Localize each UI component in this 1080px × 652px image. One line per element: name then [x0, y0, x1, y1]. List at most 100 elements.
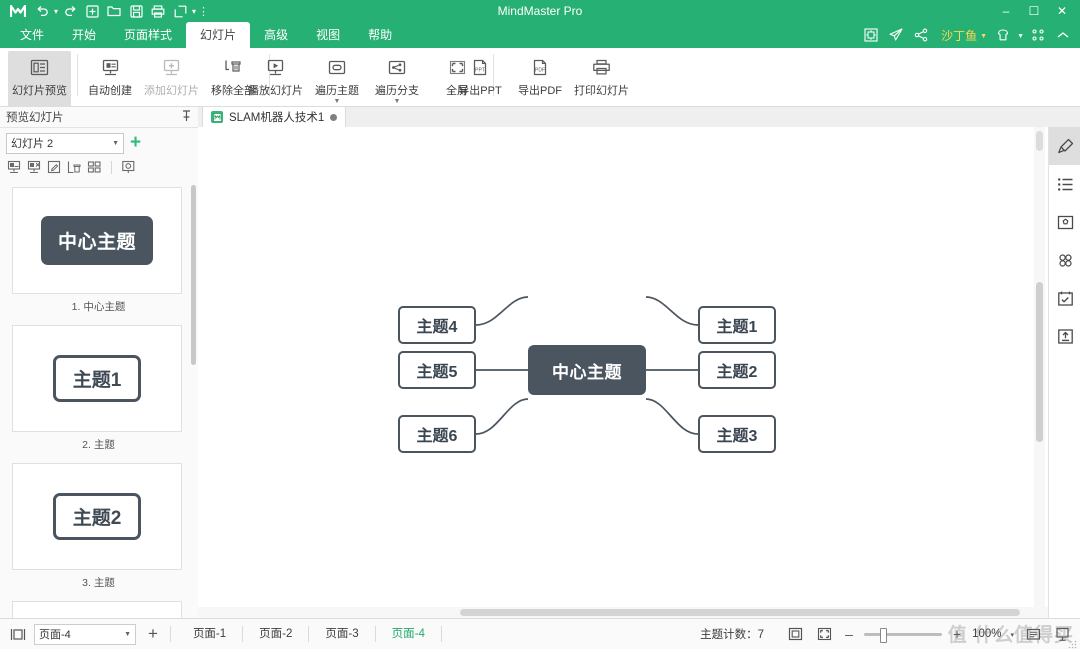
- outline-view-icon[interactable]: [1023, 624, 1043, 644]
- page-tab-1[interactable]: 页面-1: [177, 619, 242, 649]
- mindmap-node-topic4[interactable]: 主题4: [398, 306, 476, 344]
- close-button[interactable]: ✕: [1048, 0, 1076, 22]
- mindmap-canvas[interactable]: 中心主题 主题4 主题5 主题6 主题1 主题2 主题3: [198, 127, 1048, 618]
- slide-grid-icon[interactable]: [86, 159, 103, 176]
- traverse-branch-caret-icon[interactable]: ▼: [394, 98, 401, 105]
- slide-thumbnail-item[interactable]: 主题3: [0, 593, 197, 618]
- rail-import-button[interactable]: [1049, 317, 1080, 355]
- traverse-topic-button[interactable]: 遍历主题 ▼: [307, 51, 367, 107]
- print-slide-button[interactable]: 打印幻灯片: [570, 51, 633, 107]
- maximize-button[interactable]: ☐: [1020, 0, 1048, 22]
- open-file-button[interactable]: [104, 0, 124, 22]
- menu-tab-page-style[interactable]: 页面样式: [110, 22, 186, 48]
- undo-button[interactable]: [32, 0, 52, 22]
- slide-select[interactable]: 幻灯片 2 ▼: [6, 132, 124, 154]
- zoom-in-button[interactable]: +: [951, 626, 963, 642]
- document-tab[interactable]: SLAM机器人技术1: [202, 107, 347, 127]
- page-tab-4[interactable]: 页面-4: [376, 619, 441, 649]
- slide-thumbnail[interactable]: 主题3: [12, 601, 182, 618]
- menu-tab-home[interactable]: 开始: [58, 22, 110, 48]
- mindmap-node-topic1[interactable]: 主题1: [698, 306, 776, 344]
- status-left-group: 页面-4 ▼ + 页面-1 页面-2 页面-3 页面-4: [8, 619, 442, 649]
- print-button[interactable]: [148, 0, 168, 22]
- insert-slide-after-icon[interactable]: [26, 159, 43, 176]
- menu-tab-view[interactable]: 视图: [302, 22, 354, 48]
- undo-caret-icon[interactable]: ▾: [54, 7, 58, 16]
- slide-preview-button[interactable]: 幻灯片预览: [8, 51, 71, 107]
- redo-button[interactable]: [60, 0, 80, 22]
- add-slide-plus-button[interactable]: +: [130, 133, 141, 152]
- zoom-out-button[interactable]: –: [843, 626, 855, 642]
- quick-access-more-icon[interactable]: ⋮: [198, 5, 209, 18]
- thumb-node-center: 中心主题: [40, 216, 153, 265]
- resize-grip[interactable]: [1068, 638, 1077, 649]
- auto-create-button[interactable]: 自动创建: [80, 51, 140, 107]
- rail-clipart-button[interactable]: [1049, 203, 1080, 241]
- insert-slide-before-icon[interactable]: [6, 159, 23, 176]
- thumb-node-topic: 主题1: [52, 355, 142, 402]
- traverse-branch-button[interactable]: 遍历分支 ▼: [367, 51, 427, 107]
- export-caret-icon[interactable]: ▾: [192, 7, 196, 16]
- menu-tab-advanced[interactable]: 高级: [250, 22, 302, 48]
- page-select[interactable]: 页面-4 ▼: [34, 623, 136, 645]
- save-file-button[interactable]: [126, 0, 146, 22]
- pin-panel-icon[interactable]: [181, 109, 192, 125]
- zoom-slider[interactable]: [864, 627, 943, 643]
- mindmap-node-topic5[interactable]: 主题5: [398, 351, 476, 389]
- canvas-horizontal-scrollbar[interactable]: [198, 607, 1048, 618]
- user-account-menu[interactable]: 沙丁鱼 ▼: [935, 27, 989, 44]
- add-page-button[interactable]: +: [142, 625, 164, 642]
- export-pdf-button[interactable]: PDF 导出PDF: [510, 51, 570, 107]
- gift-icon[interactable]: [992, 24, 1014, 46]
- slide-thumbnail-item[interactable]: 中心主题 1. 中心主题: [0, 179, 197, 314]
- delete-slide-icon[interactable]: [66, 159, 83, 176]
- page-tab-2[interactable]: 页面-2: [243, 619, 308, 649]
- traverse-topic-caret-icon[interactable]: ▼: [334, 98, 341, 105]
- canvas-vertical-scroll-thumb-top[interactable]: [1036, 131, 1043, 151]
- mindmap-surface[interactable]: 中心主题 主题4 主题5 主题6 主题1 主题2 主题3: [198, 127, 1048, 605]
- export-ppt-button[interactable]: PPT 导出PPT: [450, 51, 510, 107]
- canvas-horizontal-scroll-thumb[interactable]: [460, 609, 1020, 616]
- rail-style-button[interactable]: [1049, 127, 1080, 165]
- send-icon[interactable]: [885, 24, 907, 46]
- gift-caret-icon[interactable]: ▼: [1017, 33, 1024, 40]
- new-file-button[interactable]: [82, 0, 102, 22]
- play-slide-button[interactable]: 播放幻灯片: [244, 51, 307, 107]
- slide-thumbnail-item[interactable]: 主题2 3. 主题: [0, 455, 197, 590]
- mindmap-node-topic6[interactable]: 主题6: [398, 415, 476, 453]
- slide-thumbnail[interactable]: 中心主题: [12, 187, 182, 294]
- present-slide-icon[interactable]: [120, 159, 137, 176]
- rail-task-button[interactable]: [1049, 279, 1080, 317]
- mindmap-node-topic2[interactable]: 主题2: [698, 351, 776, 389]
- zoom-caret-icon[interactable]: ▾: [1010, 632, 1014, 639]
- menu-tab-file[interactable]: 文件: [6, 22, 58, 48]
- window-controls: – ☐ ✕: [992, 0, 1076, 22]
- edit-slide-icon[interactable]: [46, 159, 63, 176]
- page-tab-3[interactable]: 页面-3: [309, 619, 374, 649]
- menu-tab-slide[interactable]: 幻灯片: [186, 22, 251, 48]
- export-button[interactable]: [170, 0, 190, 22]
- add-slide-button[interactable]: 添加幻灯片: [140, 51, 203, 107]
- rail-outline-button[interactable]: [1049, 165, 1080, 203]
- slide-thumbnail[interactable]: 主题2: [12, 463, 182, 570]
- fit-to-page-icon[interactable]: [785, 624, 805, 644]
- slide-thumbnail-list[interactable]: 中心主题 1. 中心主题 主题1 2. 主题 主题2 3. 主题 主题3: [0, 179, 197, 618]
- mindmap-node-topic3[interactable]: 主题3: [698, 415, 776, 453]
- collapse-ribbon-icon[interactable]: [1052, 24, 1074, 46]
- menu-tab-help[interactable]: 帮助: [354, 22, 406, 48]
- canvas-vertical-scroll-thumb[interactable]: [1036, 282, 1043, 442]
- page-view-icon[interactable]: [8, 624, 28, 644]
- apps-grid-icon[interactable]: [1027, 24, 1049, 46]
- presentation-mode-icon[interactable]: [860, 24, 882, 46]
- slide-thumbnail[interactable]: 主题1: [12, 325, 182, 432]
- rail-icon-button[interactable]: [1049, 241, 1080, 279]
- svg-text:PPT: PPT: [475, 67, 485, 73]
- minimize-button[interactable]: –: [992, 0, 1020, 22]
- center-view-icon[interactable]: [814, 624, 834, 644]
- share-icon[interactable]: [910, 24, 932, 46]
- slide-thumbnail-item[interactable]: 主题1 2. 主题: [0, 317, 197, 452]
- panel-scrollbar-thumb[interactable]: [191, 185, 196, 365]
- zoom-slider-handle[interactable]: [880, 627, 888, 643]
- canvas-vertical-scrollbar[interactable]: [1034, 127, 1045, 607]
- mindmap-center-node[interactable]: 中心主题: [528, 345, 646, 395]
